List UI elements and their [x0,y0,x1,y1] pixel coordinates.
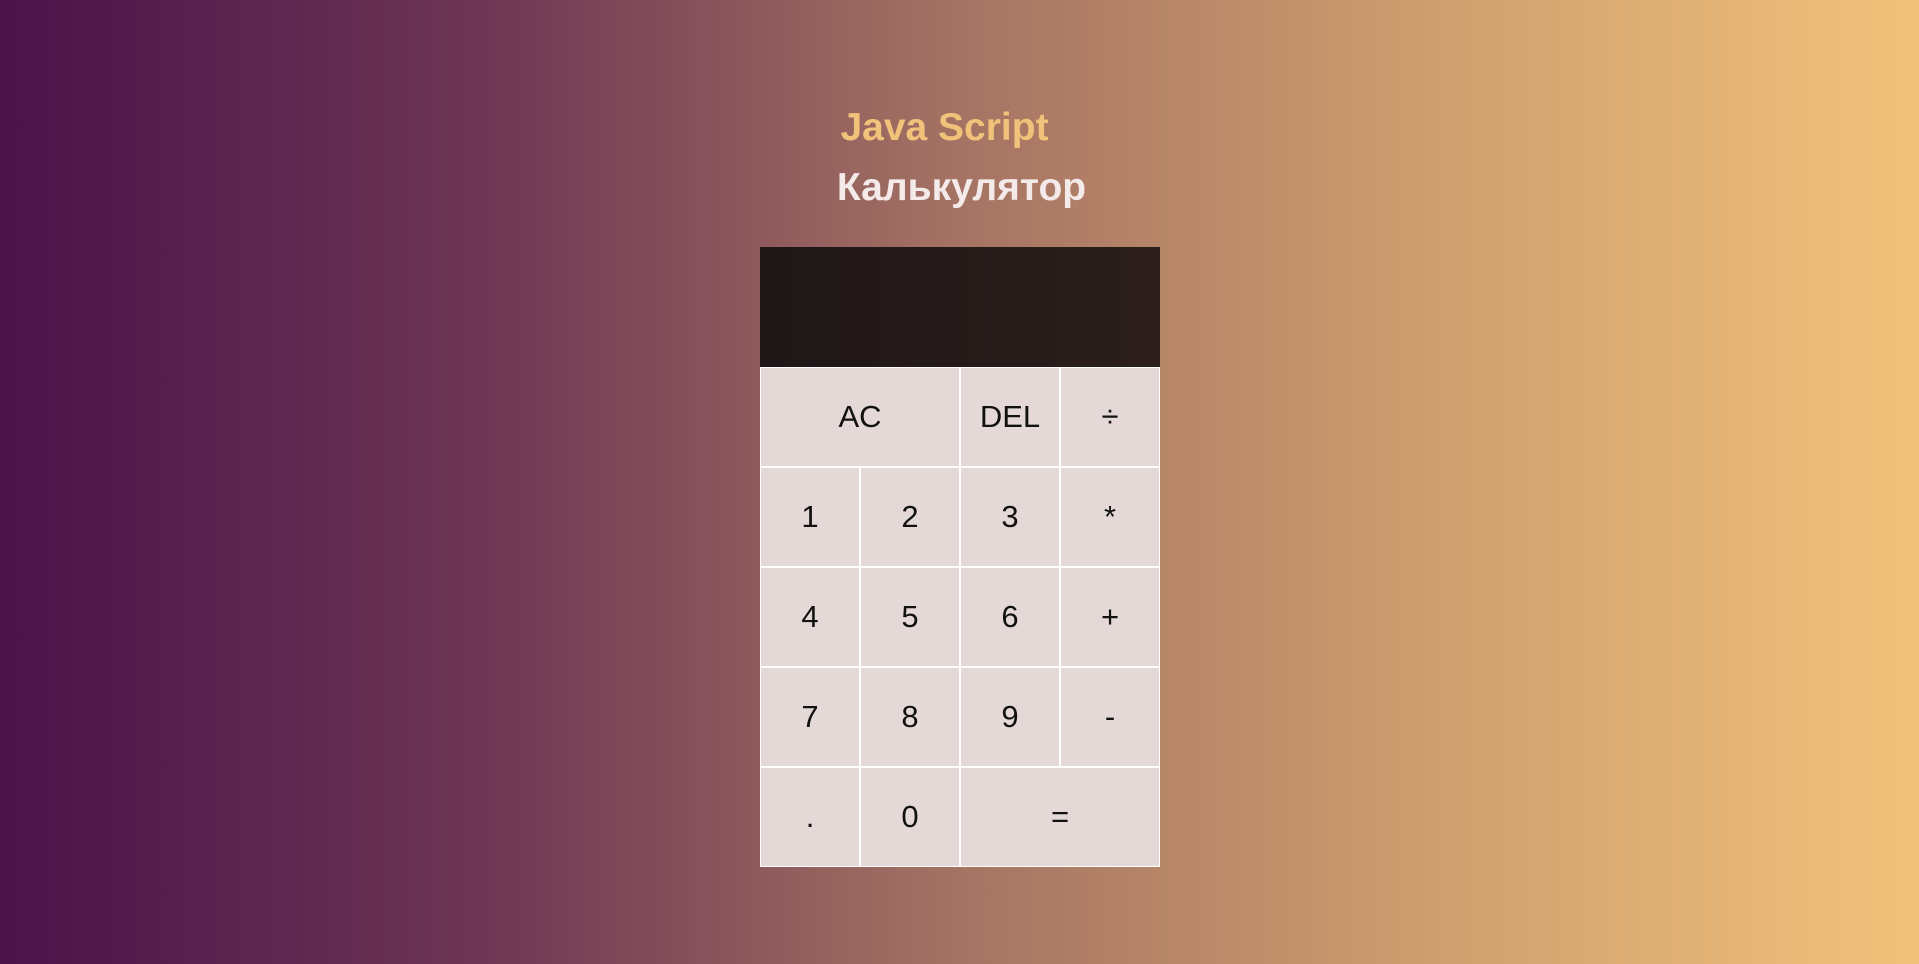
divide-button[interactable]: ÷ [1060,367,1160,467]
calculator-display [760,247,1160,367]
page-title: Java Script [840,106,1049,149]
subtract-button[interactable]: - [1060,667,1160,767]
calculator-grid: AC DEL ÷ 1 2 3 * 4 5 6 + 7 8 9 - . 0 = [760,247,1160,867]
digit-4-button[interactable]: 4 [760,567,860,667]
equals-button[interactable]: = [960,767,1160,867]
digit-1-button[interactable]: 1 [760,467,860,567]
page-subtitle: Калькулятор [836,166,1087,209]
decimal-button[interactable]: . [760,767,860,867]
digit-9-button[interactable]: 9 [960,667,1060,767]
digit-0-button[interactable]: 0 [860,767,960,867]
add-button[interactable]: + [1060,567,1160,667]
digit-7-button[interactable]: 7 [760,667,860,767]
digit-8-button[interactable]: 8 [860,667,960,767]
multiply-button[interactable]: * [1060,467,1160,567]
delete-button[interactable]: DEL [960,367,1060,467]
digit-3-button[interactable]: 3 [960,467,1060,567]
digit-6-button[interactable]: 6 [960,567,1060,667]
all-clear-button[interactable]: AC [760,367,960,467]
digit-2-button[interactable]: 2 [860,467,960,567]
digit-5-button[interactable]: 5 [860,567,960,667]
